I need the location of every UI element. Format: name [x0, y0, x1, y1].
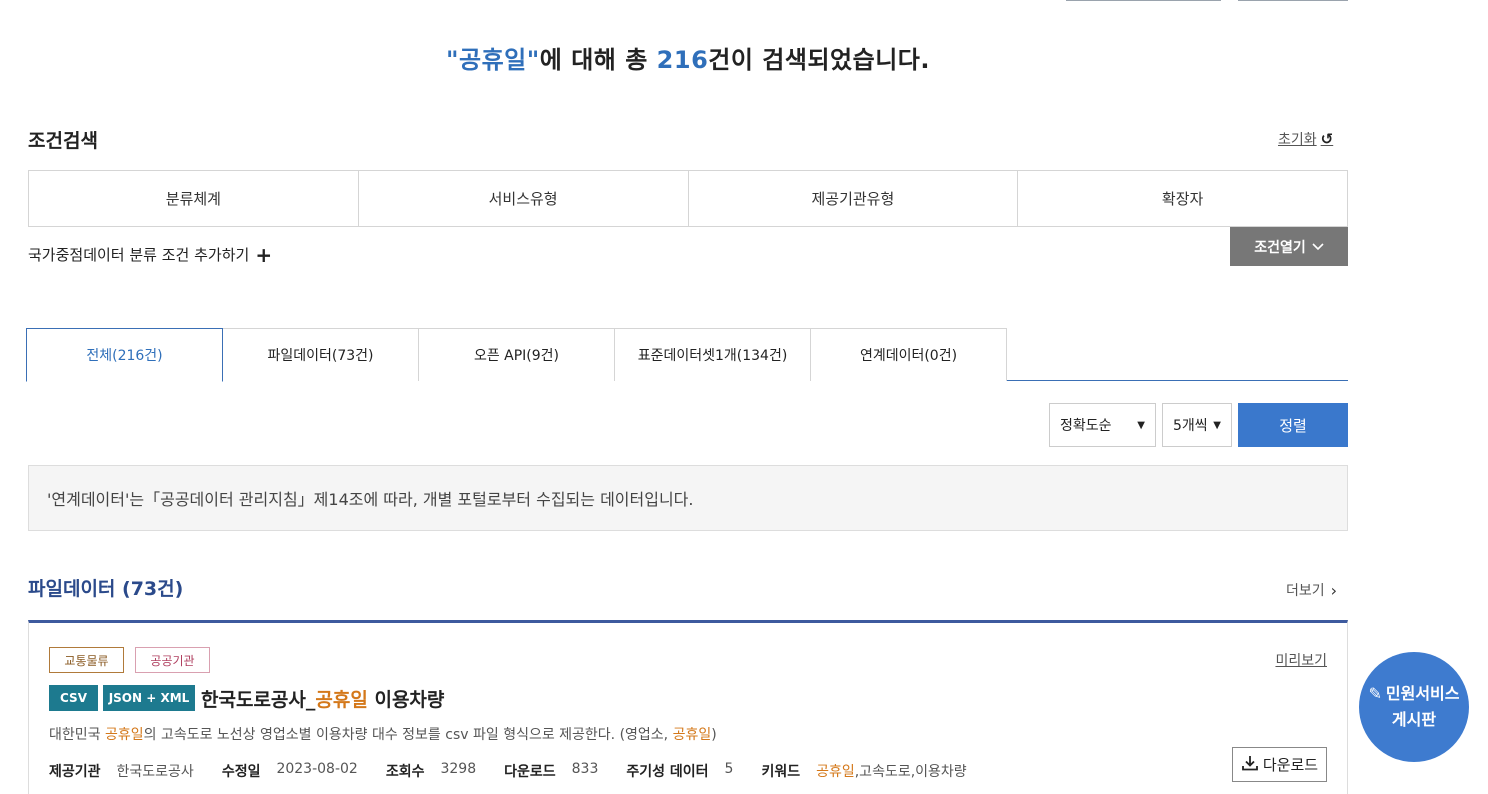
meta-views-value: 3298 [440, 761, 477, 777]
desc-text: 대한민국 [49, 727, 105, 743]
query-quote: " [446, 46, 460, 74]
category-tag: 교통물류 [49, 647, 124, 673]
add-condition-link[interactable]: 국가중점데이터 분류 조건 추가하기 + [28, 244, 272, 265]
title-keyword: 공휴일 [315, 689, 368, 711]
chevron-down-icon: ▼ [1213, 419, 1221, 431]
add-condition-label: 국가중점데이터 분류 조건 추가하기 [28, 246, 250, 264]
reset-link[interactable]: 초기화 ↺ [1278, 129, 1333, 149]
meta-downloads-value: 833 [571, 761, 599, 777]
meta-period-value: 5 [724, 761, 734, 777]
top-divider [1066, 0, 1221, 1]
tab-linked-data[interactable]: 연계데이터(0건) [810, 328, 1007, 381]
top-divider [1238, 0, 1348, 1]
civil-service-board-button[interactable]: ✎ 민원서비스 게시판 [1359, 652, 1469, 762]
per-page-select[interactable]: 5개씩 ▼ [1162, 403, 1232, 447]
query-term: 공휴일 [459, 46, 527, 74]
condition-service-type[interactable]: 서비스유형 [359, 171, 689, 226]
desc-text: 의 고속도로 노선상 영업소별 이용차량 대수 정보를 csv 파일 형식으로 … [143, 727, 673, 743]
sort-button[interactable]: 정렬 [1238, 403, 1348, 447]
meta-period-label: 주기성 데이터 [626, 764, 709, 780]
notice-text: '연계데이터'는「공공데이터 관리지침」제14조에 따라, 개별 포털로부터 수… [47, 490, 694, 509]
download-button[interactable]: 다운로드 [1232, 747, 1327, 782]
meta-provider-value: 한국도로공사 [116, 764, 194, 780]
meta-views-label: 조회수 [385, 764, 425, 780]
reset-label: 초기화 [1278, 132, 1317, 148]
open-condition-label: 조건열기 [1254, 239, 1306, 256]
download-label: 다운로드 [1262, 756, 1319, 774]
condition-extension[interactable]: 확장자 [1018, 171, 1347, 226]
condition-classification[interactable]: 분류체계 [29, 171, 359, 226]
desc-keyword: 공휴일 [104, 727, 144, 743]
query-quote: " [526, 46, 540, 74]
title-text: 에 대해 총 [539, 46, 657, 74]
sort-order-value: 정확도순 [1060, 418, 1112, 434]
result-count: 216 [656, 46, 709, 74]
dataset-description: 대한민국 공휴일의 고속도로 노선상 영업소별 이용차량 대수 정보를 csv … [49, 724, 717, 744]
org-type-tag: 공공기관 [135, 647, 210, 673]
tab-file-data[interactable]: 파일데이터(73건) [222, 328, 419, 381]
condition-table: 분류체계 서비스유형 제공기관유형 확장자 [28, 170, 1348, 227]
refresh-icon: ↺ [1320, 130, 1334, 148]
meta-modified-value: 2023-08-02 [276, 761, 358, 777]
chevron-down-icon [1312, 239, 1324, 255]
result-tabs: 전체(216건) 파일데이터(73건) 오픈 API(9건) 표준데이터셋1개(… [26, 328, 1348, 382]
dataset-meta: 제공기관 한국도로공사 수정일 2023-08-02 조회수 3298 다운로드… [49, 761, 967, 781]
json-xml-badge[interactable]: JSON + XML [103, 685, 195, 711]
file-data-section-title: 파일데이터 (73건) [28, 578, 184, 600]
desc-keyword: 공휴일 [672, 727, 712, 743]
condition-provider-type[interactable]: 제공기관유형 [689, 171, 1019, 226]
tab-open-api[interactable]: 오픈 API(9건) [418, 328, 615, 381]
preview-link[interactable]: 미리보기 [1275, 650, 1327, 670]
meta-keyword-label: 키워드 [761, 764, 801, 780]
desc-text: ) [711, 727, 717, 743]
condition-search-label: 조건검색 [28, 130, 98, 152]
plus-icon: + [255, 242, 273, 267]
title-text: 건이 검색되었습니다. [708, 46, 930, 74]
per-page-value: 5개씩 [1173, 418, 1208, 434]
open-condition-button[interactable]: 조건열기 [1230, 227, 1348, 266]
fab-line1: 민원서비스 [1385, 684, 1460, 704]
chevron-down-icon: ▼ [1137, 419, 1145, 431]
meta-keyword-value: 공휴일,고속도로,이용차량 [816, 761, 967, 781]
title-prefix: 한국도로공사_ [201, 689, 316, 711]
search-result-title: "공휴일"에 대해 총 216건이 검색되었습니다. [0, 40, 1376, 75]
meta-provider-label: 제공기관 [49, 764, 101, 780]
linked-data-notice: '연계데이터'는「공공데이터 관리지침」제14조에 따라, 개별 포털로부터 수… [28, 465, 1348, 531]
keyword-rest: ,고속도로,이용차량 [854, 764, 967, 780]
title-suffix: 이용차량 [367, 689, 445, 711]
dataset-card: 교통물류 공공기관 미리보기 CSV JSON + XML 한국도로공사_공휴일… [28, 620, 1348, 794]
download-icon [1241, 754, 1259, 776]
more-label: 더보기 [1286, 583, 1325, 599]
pencil-icon: ✎ [1368, 684, 1382, 704]
sort-order-select[interactable]: 정확도순 ▼ [1049, 403, 1156, 447]
meta-downloads-label: 다운로드 [504, 764, 556, 780]
chevron-right-icon: › [1330, 580, 1338, 600]
meta-modified-label: 수정일 [221, 764, 261, 780]
keyword-highlight: 공휴일 [816, 764, 855, 780]
tab-all[interactable]: 전체(216건) [26, 328, 223, 382]
tab-standard-dataset[interactable]: 표준데이터셋1개(134건) [614, 328, 811, 381]
dataset-title[interactable]: 한국도로공사_공휴일 이용차량 [201, 685, 444, 712]
fab-line2: 게시판 [1391, 710, 1437, 729]
more-link[interactable]: 더보기 › [1286, 580, 1337, 600]
csv-badge[interactable]: CSV [49, 685, 98, 711]
